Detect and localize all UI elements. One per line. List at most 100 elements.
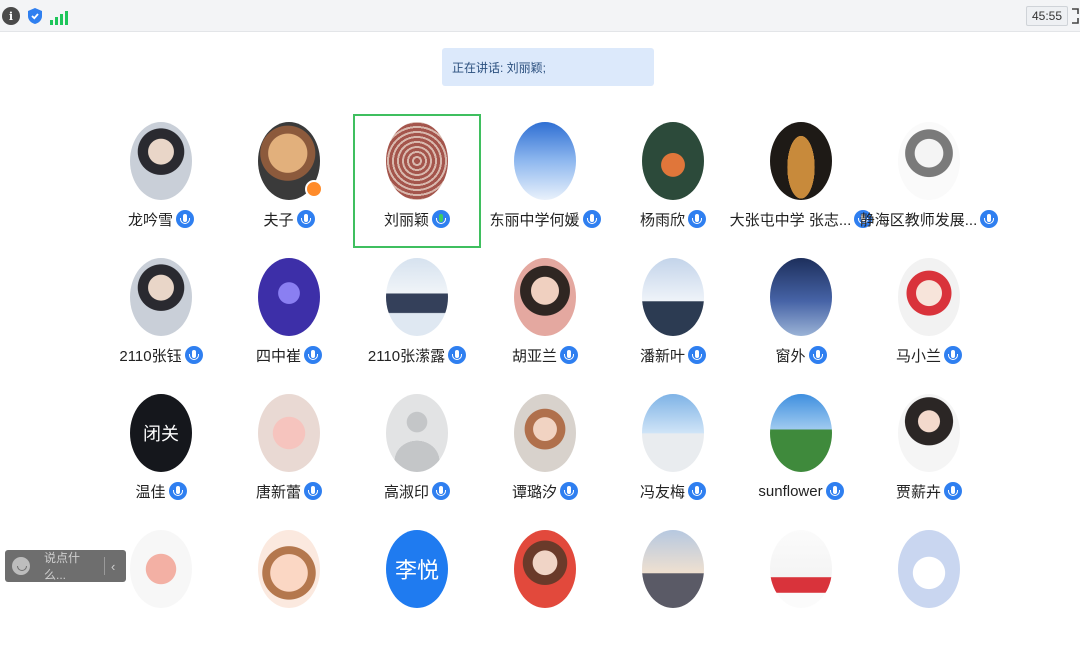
participant-tile[interactable] — [737, 522, 865, 656]
participant-tile[interactable]: 静海区教师发展... — [860, 114, 999, 248]
participant-name: 杨雨欣 — [639, 211, 685, 229]
participant-tile[interactable] — [97, 522, 225, 656]
microphone-icon[interactable] — [560, 482, 578, 500]
participant-tile[interactable]: 窗外 — [737, 250, 865, 384]
microphone-icon[interactable] — [432, 482, 450, 500]
participant-tile[interactable]: 冯友梅 — [609, 386, 737, 520]
participant-name: 夫子 — [263, 211, 294, 229]
microphone-icon[interactable] — [688, 346, 706, 364]
microphone-icon[interactable] — [432, 210, 450, 228]
chat-divider — [104, 557, 105, 575]
participant-tile[interactable]: 刘丽颖 — [353, 114, 481, 248]
participant-name: sunflower — [758, 482, 823, 500]
participant-tile[interactable]: 李悦 — [353, 522, 481, 656]
participant-tile[interactable]: 马小兰 — [865, 250, 993, 384]
participant-name: 温佳 — [135, 483, 166, 501]
microphone-icon[interactable] — [560, 346, 578, 364]
participant-name: 龙吟雪 — [127, 211, 173, 229]
host-badge-icon — [305, 180, 323, 198]
participant-name-row: sunflower — [737, 480, 865, 502]
avatar — [642, 530, 704, 608]
microphone-icon[interactable] — [304, 346, 322, 364]
microphone-icon[interactable] — [184, 346, 203, 364]
chat-input[interactable]: 说点什么... — [44, 549, 100, 583]
participant-name: 窗外 — [775, 347, 806, 365]
microphone-icon[interactable] — [944, 482, 962, 500]
smile-icon[interactable] — [12, 557, 30, 575]
participant-name-row: 唐新蕾 — [225, 480, 353, 502]
avatar: 李悦 — [386, 530, 448, 608]
chat-input-bar[interactable]: 说点什么... ‹ — [5, 550, 126, 582]
participant-tile[interactable] — [865, 522, 993, 656]
participant-tile[interactable]: 闭关 温佳 — [97, 386, 225, 520]
participant-tile[interactable]: 大张屯中学 张志... — [730, 114, 873, 248]
microphone-icon[interactable] — [944, 346, 962, 364]
participant-tile[interactable]: 四中崔 — [225, 250, 353, 384]
participant-name: 东丽中学何媛 — [489, 211, 580, 229]
participant-name-row: 谭璐汐 — [481, 480, 609, 502]
avatar — [770, 258, 832, 336]
participant-name: 刘丽颖 — [383, 211, 429, 229]
avatar — [514, 394, 576, 472]
participant-name: 2110张钰 — [119, 347, 182, 365]
avatar — [514, 258, 576, 336]
avatar — [898, 258, 960, 336]
microphone-icon[interactable] — [296, 210, 315, 228]
microphone-icon[interactable] — [825, 482, 844, 500]
participant-name-row: 贾薪卉 — [865, 480, 993, 502]
avatar — [130, 258, 192, 336]
participant-name-row: 2110张钰 — [97, 344, 225, 366]
participant-name: 大张屯中学 张志... — [729, 211, 852, 229]
participant-name: 谭璐汐 — [511, 483, 557, 501]
participant-name: 高淑印 — [383, 483, 429, 501]
participant-name: 贾薪卉 — [895, 483, 941, 501]
participant-tile[interactable]: 唐新蕾 — [225, 386, 353, 520]
participant-tile[interactable]: 东丽中学何媛 — [481, 114, 609, 248]
participant-name-row: 高淑印 — [353, 480, 481, 502]
microphone-icon[interactable] — [448, 346, 467, 364]
participant-name-row: 马小兰 — [865, 344, 993, 366]
microphone-icon[interactable] — [808, 346, 827, 364]
participant-name-row: 东丽中学何媛 — [481, 208, 609, 230]
participant-tile[interactable]: 杨雨欣 — [609, 114, 737, 248]
participant-tile[interactable]: sunflower — [737, 386, 865, 520]
microphone-icon[interactable] — [582, 210, 601, 228]
participant-tile[interactable]: 2110张潆露 — [353, 250, 481, 384]
participant-tile[interactable]: 谭璐汐 — [481, 386, 609, 520]
participant-name-row: 冯友梅 — [609, 480, 737, 502]
avatar — [514, 122, 576, 200]
microphone-icon[interactable] — [688, 482, 706, 500]
avatar — [770, 122, 832, 200]
participant-tile[interactable] — [225, 522, 353, 656]
avatar — [642, 394, 704, 472]
participant-tile[interactable] — [481, 522, 609, 656]
participant-name-row: 温佳 — [97, 480, 225, 502]
participant-name-row: 四中崔 — [225, 344, 353, 366]
microphone-icon[interactable] — [168, 482, 187, 500]
participant-tile[interactable] — [609, 522, 737, 656]
microphone-icon[interactable] — [304, 482, 322, 500]
participant-grid: 龙吟雪 夫子 刘丽颖 东丽中学何媛 杨雨欣 大张屯中学 张志... 静海区教师发展... 21… — [0, 0, 1080, 608]
participant-tile[interactable]: 2110张钰 — [97, 250, 225, 384]
avatar — [642, 258, 704, 336]
avatar — [130, 530, 192, 608]
participant-tile[interactable]: 高淑印 — [353, 386, 481, 520]
participant-name-row: 潘新叶 — [609, 344, 737, 366]
avatar — [898, 122, 960, 200]
participant-tile[interactable]: 潘新叶 — [609, 250, 737, 384]
participant-name: 冯友梅 — [639, 483, 685, 501]
participant-name: 2110张潆露 — [367, 347, 446, 365]
participant-name-row: 龙吟雪 — [97, 208, 225, 230]
microphone-icon[interactable] — [980, 210, 999, 228]
avatar — [898, 394, 960, 472]
avatar — [898, 530, 960, 608]
microphone-icon[interactable] — [688, 210, 706, 228]
avatar — [386, 122, 448, 200]
participant-name: 马小兰 — [895, 347, 941, 365]
participant-tile[interactable]: 胡亚兰 — [481, 250, 609, 384]
participant-tile[interactable]: 夫子 — [225, 114, 353, 248]
participant-tile[interactable]: 龙吟雪 — [97, 114, 225, 248]
chevron-left-icon[interactable]: ‹ — [111, 559, 115, 574]
microphone-icon[interactable] — [176, 210, 194, 228]
participant-tile[interactable]: 贾薪卉 — [865, 386, 993, 520]
